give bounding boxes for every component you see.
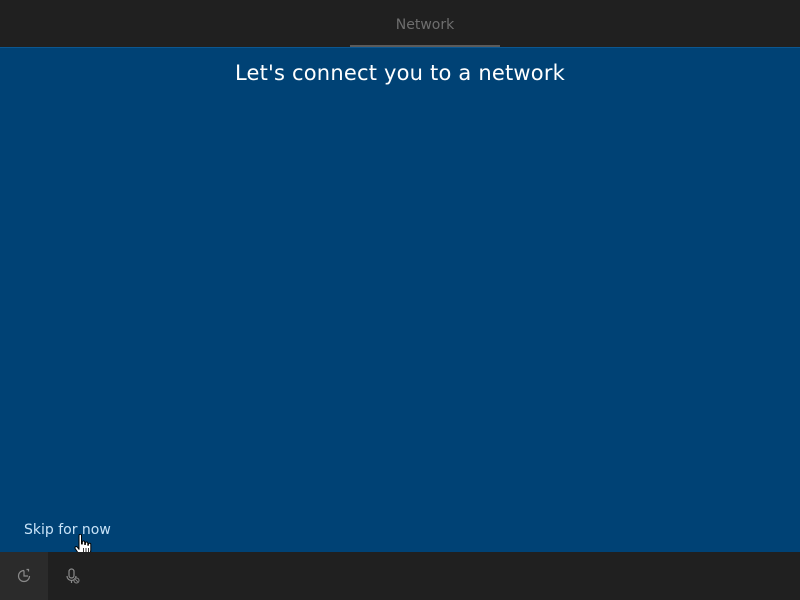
microphone-button[interactable] [48,552,96,600]
main-panel: Let's connect you to a network Skip for … [0,47,800,552]
page-title: Let's connect you to a network [234,61,566,85]
ease-of-access-button[interactable] [0,552,48,600]
ease-of-access-icon [17,568,31,583]
bottom-bar [0,552,800,600]
microphone-icon [66,568,80,584]
top-bar: Network [0,0,800,47]
skip-for-now-link[interactable]: Skip for now [24,522,111,538]
tab-network[interactable]: Network [350,0,500,46]
